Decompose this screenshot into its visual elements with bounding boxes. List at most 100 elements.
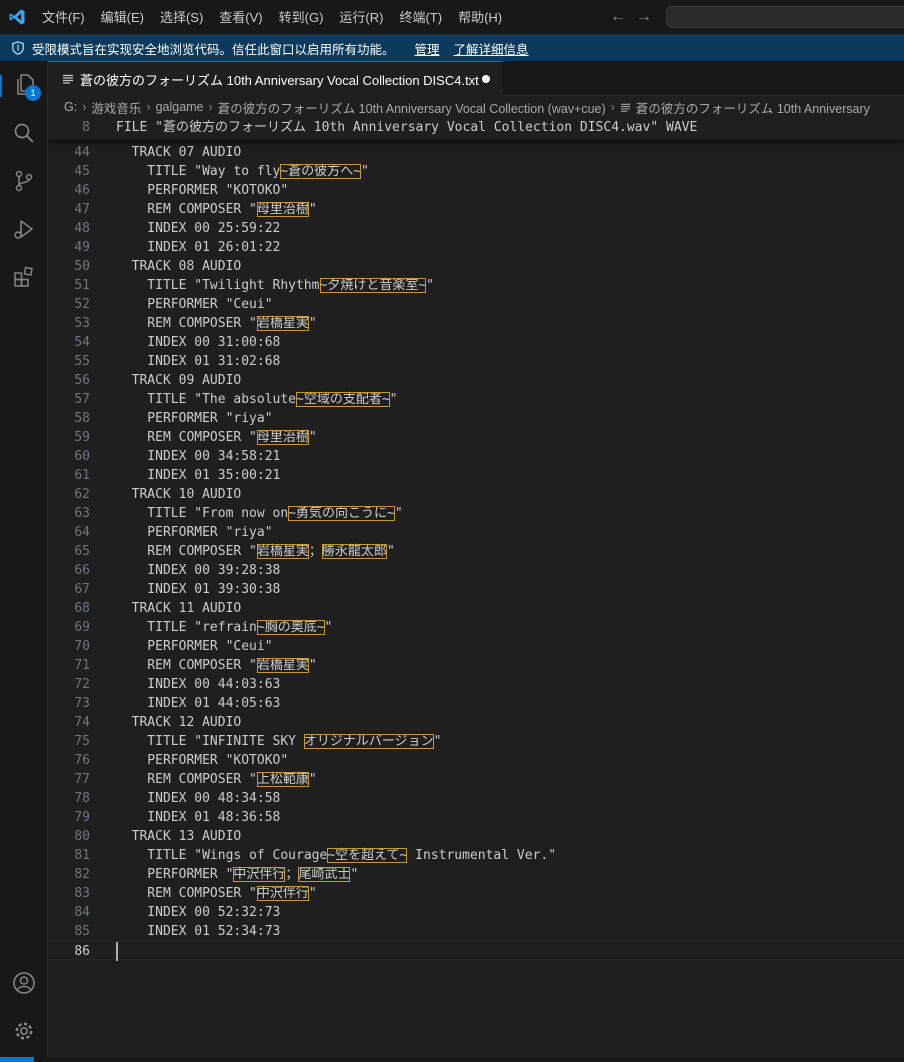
code-line[interactable]: 71 REM COMPOSER "岩橋星実" xyxy=(48,656,904,675)
menu-item[interactable]: 选择(S) xyxy=(152,6,211,30)
menu-item[interactable]: 运行(R) xyxy=(331,6,391,30)
unicode-highlight: オリジナルバージョン xyxy=(303,734,434,749)
breadcrumb-item[interactable]: G: xyxy=(64,100,77,114)
extensions-icon[interactable] xyxy=(12,265,36,289)
code-line[interactable]: 46 PERFORMER "KOTOKO" xyxy=(48,181,904,200)
title-bar: 文件(F) 编辑(E) 选择(S) 查看(V) 转到(G) 运行(R) 终端(T) 帮助(H)… xyxy=(0,0,904,35)
breadcrumb-item[interactable]: 游戏音乐 xyxy=(91,98,141,117)
code-line[interactable]: 72 INDEX 00 44:03:63 xyxy=(48,675,904,694)
code-line[interactable]: 54 INDEX 00 31:00:68 xyxy=(48,333,904,352)
code-line[interactable]: 48 INDEX 00 25:59:22 xyxy=(48,219,904,238)
code-line[interactable]: 55 INDEX 01 31:02:68 xyxy=(48,352,904,371)
code-line[interactable]: 76 PERFORMER "KOTOKO" xyxy=(48,751,904,770)
unicode-highlight: 中沢伴行 xyxy=(256,886,309,901)
run-debug-icon[interactable] xyxy=(12,217,36,241)
manage-link[interactable]: 管理 xyxy=(415,39,440,58)
line-text: TRACK 07 AUDIO xyxy=(116,143,242,162)
code-line[interactable]: 58 PERFORMER "riya" xyxy=(48,409,904,428)
code-line[interactable]: 57 TITLE "The absolute~空域の支配者~" xyxy=(48,390,904,409)
code-line[interactable]: 80 TRACK 13 AUDIO xyxy=(48,827,904,846)
code-line[interactable]: 77 REM COMPOSER "上松範康" xyxy=(48,770,904,789)
code-line[interactable]: 67 INDEX 01 39:30:38 xyxy=(48,580,904,599)
code-line[interactable]: 68 TRACK 11 AUDIO xyxy=(48,599,904,618)
code-line[interactable]: 53 REM COMPOSER "岩橋星実" xyxy=(48,314,904,333)
line-number: 57 xyxy=(74,392,90,407)
menu-item[interactable]: 终端(T) xyxy=(391,6,450,30)
tab-file[interactable]: 蒼の彼方のフォーリズム 10th Anniversary Vocal Colle… xyxy=(48,61,502,96)
code-line[interactable]: 52 PERFORMER "Ceui" xyxy=(48,295,904,314)
search-icon[interactable] xyxy=(12,121,36,145)
code-line[interactable]: 86 xyxy=(48,941,904,961)
code-line[interactable]: 75 TITLE "INFINITE SKY オリジナルバージョン" xyxy=(48,732,904,751)
code-segment: TITLE "refrain xyxy=(116,620,257,635)
menu-item[interactable]: 帮助(H) xyxy=(450,6,510,30)
code-line[interactable]: 47 REM COMPOSER "母里治樹" xyxy=(48,200,904,219)
menu-item[interactable]: 编辑(E) xyxy=(93,6,152,30)
menu-item[interactable]: 文件(F) xyxy=(34,6,93,30)
remote-indicator[interactable] xyxy=(0,1057,34,1062)
code-line[interactable]: 66 INDEX 00 39:28:38 xyxy=(48,561,904,580)
activity-bar: 1 xyxy=(0,61,48,1062)
code-line[interactable]: 59 REM COMPOSER "母里治樹" xyxy=(48,428,904,447)
back-arrow-icon[interactable]: ← xyxy=(610,8,626,26)
forward-arrow-icon[interactable]: → xyxy=(636,8,652,26)
line-number: 49 xyxy=(74,240,90,255)
code-line[interactable]: 51 TITLE "Twilight Rhythm~夕焼けと音楽室~" xyxy=(48,276,904,295)
code-line[interactable]: 61 INDEX 01 35:00:21 xyxy=(48,466,904,485)
code-line[interactable]: 83 REM COMPOSER "中沢伴行" xyxy=(48,884,904,903)
chevron-right-icon: › xyxy=(82,100,87,114)
code-line[interactable]: 78 INDEX 00 48:34:58 xyxy=(48,789,904,808)
line-number: 67 xyxy=(74,582,90,597)
code-editor[interactable]: 8 FILE "蒼の彼方のフォーリズム 10th Anniversary Voc… xyxy=(48,118,904,1062)
code-line[interactable]: 44 TRACK 07 AUDIO xyxy=(48,143,904,162)
code-line[interactable]: 85 INDEX 01 52:34:73 xyxy=(48,922,904,941)
unicode-highlight: 尾崎武士 xyxy=(298,867,351,882)
line-number: 65 xyxy=(74,544,90,559)
line-text: INDEX 01 35:00:21 xyxy=(116,466,280,485)
line-number: 55 xyxy=(74,354,90,369)
unsaved-dot-icon[interactable] xyxy=(482,75,490,83)
breadcrumb: G: › 游戏音乐 › galgame › 蒼の彼方のフォーリズム 10th A… xyxy=(48,96,904,118)
code-line[interactable]: 79 INDEX 01 48:36:58 xyxy=(48,808,904,827)
code-line[interactable]: 84 INDEX 00 52:32:73 xyxy=(48,903,904,922)
menu-item[interactable]: 查看(V) xyxy=(211,6,270,30)
code-line[interactable]: 69 TITLE "refrain~胸の奥底~" xyxy=(48,618,904,637)
code-line[interactable]: 56 TRACK 09 AUDIO xyxy=(48,371,904,390)
source-control-icon[interactable] xyxy=(12,169,36,193)
code-line[interactable]: 82 PERFORMER "中沢伴行；尾崎武士" xyxy=(48,865,904,884)
line-number: 75 xyxy=(74,734,90,749)
code-segment: REM COMPOSER " xyxy=(116,316,257,331)
code-line[interactable]: 65 REM COMPOSER "岩橋星実；勝永龍太郎" xyxy=(48,542,904,561)
code-line[interactable]: 70 PERFORMER "Ceui" xyxy=(48,637,904,656)
code-line[interactable]: 81 TITLE "Wings of Courage~空を超えて~ Instru… xyxy=(48,846,904,865)
line-text: INDEX 01 31:02:68 xyxy=(116,352,280,371)
line-text: PERFORMER "KOTOKO" xyxy=(116,181,288,200)
code-line[interactable]: 62 TRACK 10 AUDIO xyxy=(48,485,904,504)
learn-more-link[interactable]: 了解详细信息 xyxy=(454,39,529,58)
menu-bar: 文件(F) 编辑(E) 选择(S) 查看(V) 转到(G) 运行(R) 终端(T) 帮助(H) xyxy=(34,0,510,35)
code-line[interactable]: 74 TRACK 12 AUDIO xyxy=(48,713,904,732)
line-text: TITLE "Wings of Courage~空を超えて~ Instrumen… xyxy=(116,846,556,865)
line-text: PERFORMER "KOTOKO" xyxy=(116,751,288,770)
code-segment: " xyxy=(361,164,369,179)
code-line[interactable]: 50 TRACK 08 AUDIO xyxy=(48,257,904,276)
code-line[interactable]: 64 PERFORMER "riya" xyxy=(48,523,904,542)
line-text: TITLE "From now on~勇気の向こうに~" xyxy=(116,504,403,523)
line-text: TITLE "Way to fly~蒼の彼方へ~" xyxy=(116,162,369,181)
line-number: 50 xyxy=(74,259,90,274)
code-line[interactable]: 73 INDEX 01 44:05:63 xyxy=(48,694,904,713)
command-center-search[interactable] xyxy=(666,6,904,28)
line-text: PERFORMER "中沢伴行；尾崎武士" xyxy=(116,865,358,884)
account-icon[interactable] xyxy=(12,971,36,995)
code-line[interactable]: 45 TITLE "Way to fly~蒼の彼方へ~" xyxy=(48,162,904,181)
menu-item[interactable]: 转到(G) xyxy=(271,6,332,30)
code-line[interactable]: 63 TITLE "From now on~勇気の向こうに~" xyxy=(48,504,904,523)
code-line[interactable]: 60 INDEX 00 34:58:21 xyxy=(48,447,904,466)
breadcrumb-item[interactable]: 蒼の彼方のフォーリズム 10th Anniversary xyxy=(636,98,870,117)
breadcrumb-item[interactable]: galgame xyxy=(156,100,204,114)
code-segment: PERFORMER " xyxy=(116,867,234,882)
code-line[interactable]: 49 INDEX 01 26:01:22 xyxy=(48,238,904,257)
sticky-scroll-header[interactable]: 8 FILE "蒼の彼方のフォーリズム 10th Anniversary Voc… xyxy=(48,118,904,140)
breadcrumb-item[interactable]: 蒼の彼方のフォーリズム 10th Anniversary Vocal Colle… xyxy=(218,98,606,117)
gear-icon[interactable] xyxy=(12,1019,36,1043)
